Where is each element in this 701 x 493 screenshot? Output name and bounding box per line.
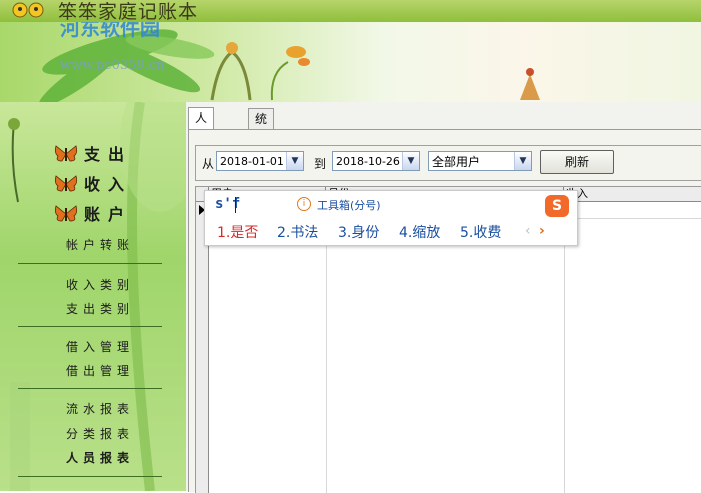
chevron-down-icon[interactable]: ▼ [402, 152, 419, 170]
from-date-picker[interactable]: 2018-01-01 ▼ [216, 151, 304, 171]
nav-lend-out[interactable]: 借出管理 [40, 362, 160, 380]
user-select[interactable]: 全部用户 ▼ [428, 151, 532, 171]
nav-borrow-in[interactable]: 借入管理 [40, 338, 160, 356]
column-header-income[interactable]: 收入 [564, 187, 701, 201]
tab-person-report[interactable]: 人员报表 [188, 107, 215, 185]
title-bar: 笨笨家庭记账本 [0, 0, 701, 22]
app-title: 笨笨家庭记账本 [58, 1, 199, 22]
app-logo-icon [12, 2, 44, 18]
ime-candidate-1[interactable]: 1.是否 [217, 222, 258, 242]
row-header-column [196, 218, 209, 493]
sidebar: 支出 收入 账户 帐户转账 收入类别 支出类别 借入管理 借出管理 流水报表 分… [0, 102, 186, 491]
to-date-value: 2018-10-26 [336, 155, 400, 168]
chevron-right-icon[interactable]: › [539, 223, 545, 239]
ime-candidate-3[interactable]: 3.身份 [338, 222, 379, 242]
nav-flow-report[interactable]: 流水报表 [40, 400, 160, 418]
chevron-down-icon[interactable]: ▼ [514, 152, 531, 170]
nav-income-category[interactable]: 收入类别 [40, 276, 160, 294]
ime-candidate-5[interactable]: 5.收费 [460, 222, 501, 242]
divider [18, 326, 162, 327]
divider [18, 263, 162, 264]
watermark-url: www.pc0359.cn [60, 58, 165, 73]
chevron-left-icon[interactable]: ‹ [525, 223, 531, 239]
ime-toolbox-hint[interactable]: 工具箱(分号) [317, 197, 381, 213]
text-caret [235, 197, 236, 213]
nav-person-report[interactable]: 人员报表 [40, 449, 160, 467]
header-banner: 河东软件园 www.pc0359.cn [0, 22, 701, 102]
nav-expense-category[interactable]: 支出类别 [40, 300, 160, 318]
refresh-button[interactable]: 刷新 [540, 150, 614, 174]
chevron-down-icon[interactable]: ▼ [286, 152, 303, 170]
divider [18, 476, 162, 477]
from-date-value: 2018-01-01 [220, 155, 284, 168]
nav-income-label: 收入 [84, 175, 133, 194]
ime-pinyin-input: s'f [215, 196, 241, 212]
nav-expense-label: 支出 [84, 145, 133, 164]
user-select-value: 全部用户 [432, 155, 481, 169]
nav-category-report[interactable]: 分类报表 [40, 425, 160, 443]
tab-panel: 从 2018-01-01 ▼ 到 2018-10-26 ▼ 全部用户 ▼ 刷新 … [188, 129, 701, 493]
butterfly-icon [54, 205, 78, 222]
tab-stat-chart[interactable]: 统计图表 [248, 108, 275, 186]
main-panel: 人员报表 统计图表 从 2018-01-01 ▼ 到 2018-10-26 ▼ … [186, 102, 701, 493]
ime-candidate-2[interactable]: 2.书法 [277, 222, 318, 242]
to-label: 到 [314, 157, 327, 171]
from-label: 从 [202, 157, 215, 171]
filter-bar: 从 2018-01-01 ▼ 到 2018-10-26 ▼ 全部用户 ▼ 刷新 [195, 145, 701, 181]
nav-account-transfer[interactable]: 帐户转账 [40, 236, 160, 254]
to-date-picker[interactable]: 2018-10-26 ▼ [332, 151, 420, 171]
sogou-logo-icon: S [545, 195, 569, 217]
ime-candidate-4[interactable]: 4.缩放 [399, 222, 440, 242]
nav-expense[interactable]: 支出 [54, 144, 132, 166]
ime-candidate-window: s'f i 工具箱(分号) S 1.是否 2.书法 3.身份 4.缩放 5.收费… [204, 190, 578, 246]
divider [18, 388, 162, 389]
info-icon: i [297, 197, 311, 211]
nav-account[interactable]: 账户 [54, 204, 132, 226]
nav-account-label: 账户 [84, 205, 133, 224]
butterfly-icon [54, 175, 78, 192]
butterfly-icon [54, 145, 78, 162]
nav-income[interactable]: 收入 [54, 174, 132, 196]
watermark-site-name: 河东软件园 [60, 22, 160, 40]
